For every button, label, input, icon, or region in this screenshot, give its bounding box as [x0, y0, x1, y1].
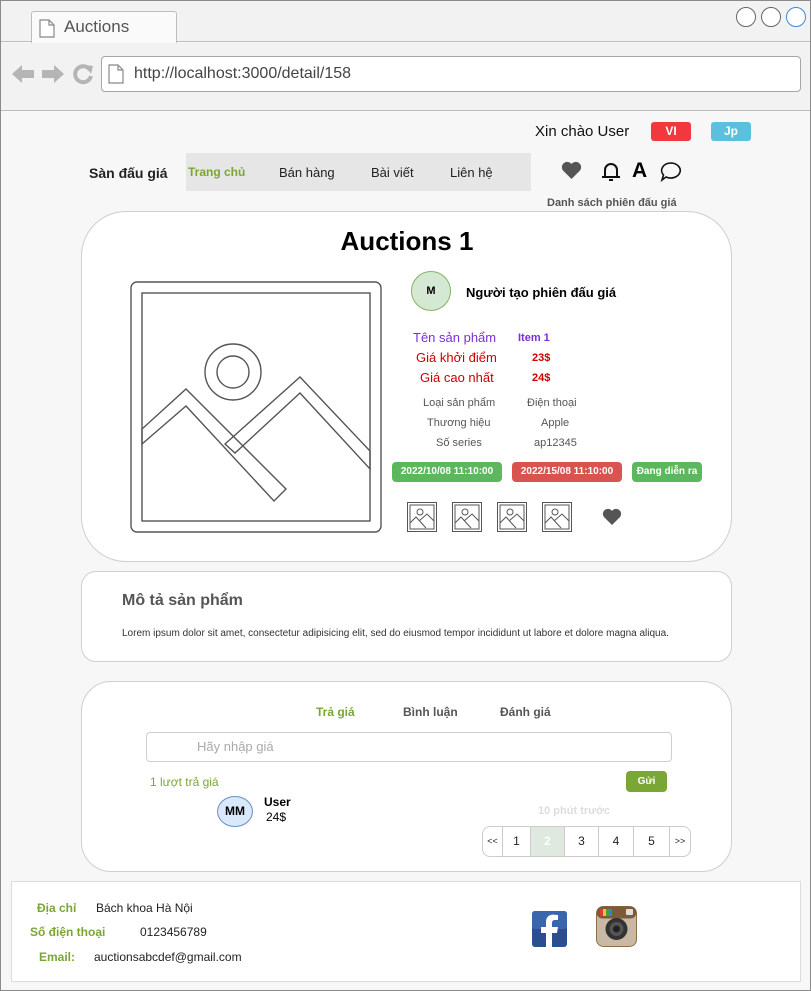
greeting-text: Xin chào User — [535, 123, 630, 140]
reload-icon[interactable] — [72, 63, 94, 85]
browser-address-bar: http://localhost:3000/detail/158 — [1, 43, 810, 111]
brand-value: Apple — [541, 417, 570, 429]
bid-input-field[interactable] — [146, 732, 672, 762]
tab-bid[interactable]: Trả giá — [316, 705, 355, 719]
font-size-icon[interactable]: A — [632, 159, 647, 183]
bidder-avatar[interactable]: MM — [217, 796, 253, 827]
category-value: Điện thoại — [527, 397, 577, 409]
product-name-label: Tên sản phẩm — [413, 330, 497, 345]
brand-label: Thương hiệu — [427, 417, 491, 429]
document-icon — [39, 19, 55, 38]
description-title: Mô tả sản phẩm — [122, 592, 243, 609]
page-button-2[interactable]: 2 — [531, 827, 565, 856]
send-button[interactable]: Gửi — [626, 771, 667, 792]
nav-home[interactable]: Trang chủ — [188, 165, 245, 179]
auction-title: Auctions 1 — [340, 226, 474, 256]
thumbnail-image-icon[interactable] — [497, 502, 527, 532]
nav-contact[interactable]: Liên hệ — [450, 165, 493, 180]
thumbnail-image-icon[interactable] — [452, 502, 482, 532]
heart-icon[interactable] — [561, 161, 582, 180]
browser-tab-bar: Auctions — [1, 1, 810, 43]
footer-address-label: Địa chỉ — [37, 901, 77, 915]
chat-bubble-icon[interactable] — [660, 161, 682, 182]
footer-email: auctionsabcdef@gmail.com — [94, 950, 242, 964]
auction-card: Auctions 1 M Người tạo phiên đấu giá Tên… — [81, 211, 732, 562]
forward-arrow-icon[interactable] — [41, 63, 65, 85]
bid-input[interactable] — [197, 739, 597, 754]
thumbnail-image-icon[interactable] — [407, 502, 437, 532]
url-field[interactable]: http://localhost:3000/detail/158 — [101, 56, 801, 92]
status-badge: Đang diễn ra — [632, 462, 702, 482]
pagination: << 1 2 3 4 5 >> — [482, 826, 691, 857]
product-name-value: Item 1 — [518, 332, 550, 344]
browser-tab[interactable]: Auctions — [31, 11, 177, 43]
nav-sell[interactable]: Bán hàng — [279, 165, 335, 180]
instagram-icon[interactable] — [596, 906, 637, 947]
footer-phone: 0123456789 — [140, 925, 207, 939]
start-price-label: Giá khởi điểm — [416, 350, 497, 365]
page-first-button[interactable]: << — [483, 827, 503, 856]
end-time-badge: 2022/15/08 11:10:00 — [512, 462, 622, 482]
product-image-placeholder[interactable] — [130, 281, 382, 533]
back-arrow-icon[interactable] — [11, 63, 35, 85]
main-nav: Trang chủ Bán hàng Bài viết Liên hệ — [186, 153, 531, 191]
auction-list-link[interactable]: Danh sách phiên đấu giá — [547, 197, 677, 209]
creator-label: Người tạo phiên đấu giá — [466, 285, 617, 300]
browser-window: Auctions http://localhost:3000/detail/15… — [0, 0, 811, 991]
tab-title: Auctions — [64, 17, 130, 36]
url-text: http://localhost:3000/detail/158 — [134, 65, 352, 82]
bidding-card: Trả giá Bình luận Đánh giá 1 lượt trả gi… — [81, 681, 732, 872]
tab-comments[interactable]: Bình luận — [403, 705, 458, 719]
tab-reviews[interactable]: Đánh giá — [500, 705, 551, 719]
window-maximize-button[interactable] — [761, 7, 781, 27]
page-button-3[interactable]: 3 — [565, 827, 599, 856]
serial-label: Số series — [436, 437, 482, 449]
brand-logo[interactable]: Sàn đấu giá — [89, 165, 168, 181]
description-card: Mô tả sản phẩm Lorem ipsum dolor sit ame… — [81, 571, 732, 662]
max-price-label: Giá cao nhất — [420, 370, 494, 385]
page-icon — [108, 64, 124, 84]
page-button-1[interactable]: 1 — [503, 827, 531, 856]
footer-email-label: Email: — [39, 950, 76, 964]
page-last-button[interactable]: >> — [670, 827, 690, 856]
lang-jp-button[interactable]: Jp — [711, 122, 751, 141]
creator-avatar[interactable]: M — [411, 271, 451, 311]
description-text: Lorem ipsum dolor sit amet, consectetur … — [122, 628, 669, 639]
bidder-name: User — [264, 795, 291, 809]
footer: Địa chỉ Bách khoa Hà Nội Số điện thoại 0… — [11, 881, 801, 982]
start-price-value: 23$ — [532, 352, 551, 364]
nav-posts[interactable]: Bài viết — [371, 165, 414, 180]
page-button-5[interactable]: 5 — [634, 827, 670, 856]
serial-value: ap12345 — [534, 437, 577, 449]
max-price-value: 24$ — [532, 372, 551, 384]
category-label: Loại sản phẩm — [423, 397, 496, 409]
start-time-badge: 2022/10/08 11:10:00 — [392, 462, 502, 482]
bid-count-text: 1 lượt trả giá — [150, 775, 219, 789]
facebook-icon[interactable] — [532, 911, 567, 947]
window-close-button[interactable] — [786, 7, 806, 27]
lang-vi-button[interactable]: VI — [651, 122, 691, 141]
page-button-4[interactable]: 4 — [599, 827, 634, 856]
bid-amount: 24$ — [266, 810, 287, 824]
bid-time: 10 phút trước — [538, 805, 611, 817]
footer-address: Bách khoa Hà Nội — [96, 901, 193, 915]
window-minimize-button[interactable] — [736, 7, 756, 27]
bell-icon[interactable] — [601, 161, 621, 182]
footer-phone-label: Số điện thoại — [30, 925, 106, 939]
thumbnail-image-icon[interactable] — [542, 502, 572, 532]
favorite-heart-icon[interactable] — [602, 508, 622, 526]
